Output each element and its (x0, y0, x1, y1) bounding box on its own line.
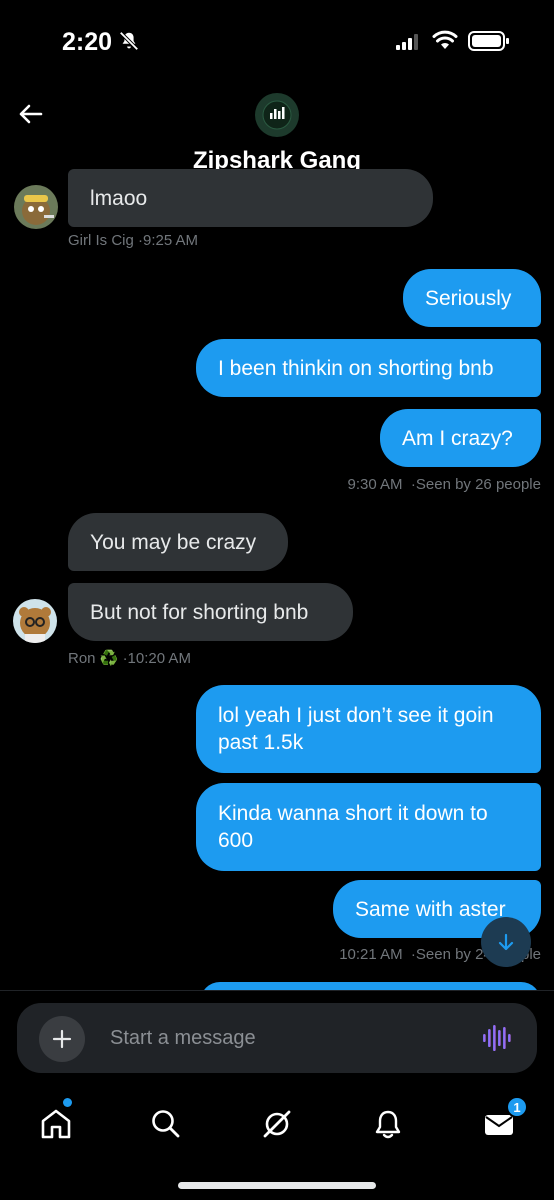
bell-off-icon (119, 31, 139, 51)
message-bubble-incoming[interactable]: lmaoo (68, 169, 433, 227)
tab-notifications[interactable] (368, 1104, 408, 1144)
message-text: I been thinkin on shorting bnb (218, 356, 494, 380)
message-text: But not for shorting bnb (90, 600, 309, 624)
home-icon (41, 1109, 71, 1139)
battery-icon (468, 31, 509, 51)
scroll-to-bottom-button[interactable] (481, 917, 531, 967)
back-arrow-icon[interactable] (14, 98, 46, 130)
message-text: Am I crazy? (402, 426, 513, 450)
search-icon (152, 1110, 180, 1138)
status-bar: 2:20 (0, 0, 554, 80)
bottom-tab-bar: 1 (0, 1082, 554, 1200)
message-bubble-outgoing[interactable]: Kinda wanna short it down to 600 (196, 783, 541, 871)
message-time: ·10:20 AM (122, 650, 191, 667)
tab-search[interactable] (146, 1104, 186, 1144)
sender-name: Ron (68, 650, 96, 667)
voice-message-icon[interactable] (481, 1023, 511, 1053)
cellular-signal-icon (396, 34, 418, 50)
status-time: 2:20 (62, 28, 113, 56)
message-composer (17, 1003, 537, 1073)
tab-grok[interactable] (257, 1104, 297, 1144)
avatar-ron[interactable] (13, 599, 57, 643)
avatar-girl-is-cig[interactable] (14, 185, 58, 229)
plus-icon (52, 1029, 72, 1049)
arrow-down-icon (498, 933, 514, 951)
message-bubble-outgoing[interactable]: I been thinkin on shorting bnb (196, 339, 541, 397)
message-text-line: Kinda wanna short it down to (218, 802, 488, 825)
message-bubble-incoming[interactable]: You may be crazy (68, 513, 288, 571)
message-bubble-incoming[interactable]: But not for shorting bnb (68, 583, 353, 641)
recycle-emoji: ♻️ (99, 650, 119, 667)
messages-unread-badge: 1 (506, 1096, 528, 1118)
message-bubble-outgoing[interactable]: Am I crazy? (380, 409, 541, 467)
message-meta: Ron ♻️ ·10:20 AM (68, 649, 191, 667)
message-input[interactable] (110, 1003, 450, 1073)
message-meta: 9:30 AM ·Seen by 26 people (347, 476, 541, 493)
home-indicator[interactable] (178, 1182, 376, 1189)
message-text-line: lol yeah I just don’t see it goin (218, 704, 494, 727)
sender-name: Girl Is Cig (68, 232, 134, 249)
wifi-icon (432, 30, 458, 49)
message-bubble-outgoing[interactable]: Seriously (403, 269, 541, 327)
message-text-line: past 1.5k (218, 731, 304, 754)
home-notification-dot (63, 1098, 72, 1107)
message-time: ·9:25 AM (138, 232, 199, 249)
message-meta: Girl Is Cig ·9:25 AM (68, 232, 198, 249)
zipcharts-logo-icon (262, 100, 292, 130)
group-avatar[interactable] (255, 93, 299, 137)
message-text-line: 600 (218, 829, 254, 852)
message-bubble-outgoing[interactable]: lol yeah I just don’t see it goin past 1… (196, 685, 541, 773)
add-media-button[interactable] (39, 1016, 85, 1062)
message-text: Seriously (425, 286, 512, 310)
bell-icon (375, 1110, 401, 1139)
composer-area (0, 990, 554, 1082)
message-text: You may be crazy (90, 530, 257, 554)
grok-icon (263, 1110, 291, 1138)
message-text: lmaoo (90, 186, 148, 210)
message-text: Same with aster (355, 897, 506, 921)
tab-home[interactable] (36, 1104, 76, 1144)
